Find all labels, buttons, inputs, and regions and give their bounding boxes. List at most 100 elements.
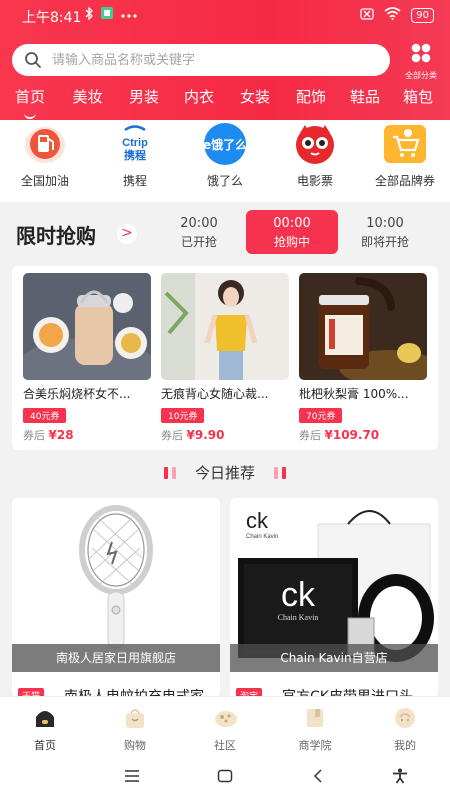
bottom-tab-bar: 首页 购物 社区 商学院 我的 [0,696,450,756]
product-image [23,273,151,380]
category-tabs: 首页 美妆 男装 内衣 女装 配饰 鞋品 箱包 [0,86,450,119]
brand-mark: ck [246,508,269,533]
status-left-icons [85,5,138,24]
decor-bar [274,466,279,479]
status-right-icons: 90 [360,7,434,23]
category-tab-home[interactable]: 首页 [0,86,60,119]
product-card[interactable]: 合美乐焖烧杯女不... 40元券 券后 ¥28 [23,273,151,443]
product-name: 合美乐焖烧杯女不... [23,387,131,401]
cat-eye-movie-icon [292,123,338,165]
tab-profile[interactable]: 我的 [360,697,450,756]
menu-icon[interactable] [124,768,140,787]
no-sim-icon [360,7,374,23]
ctrip-logo-icon: Ctrip 携程 [112,123,158,165]
service-ctrip[interactable]: Ctrip 携程 携程 [90,120,180,202]
chevron-right-icon[interactable]: > [117,224,137,244]
tab-label: 首页 [34,739,56,752]
category-tab-menswear[interactable]: 男装 [115,86,173,116]
flash-sale-products: 合美乐焖烧杯女不... 40元券 券后 ¥28 无痕背心女随心裁... 10元券… [12,266,438,450]
price-prefix: 券后 [23,429,45,442]
status-bar: 上午8:41 90 [0,0,450,34]
product-image [299,273,427,380]
service-eleme[interactable]: e饿了么 饿了么 [180,120,270,202]
tab-label: 社区 [214,739,236,752]
brand-name: Chain Kavin [246,534,278,540]
recommend-cards: 南极人居家日用旗舰店 天猫 南极人电蚊拍充电式家 ck Chain Kavin … [0,498,450,698]
app-notification-icon [100,6,114,24]
service-gas[interactable]: 全国加油 [0,120,90,202]
community-icon [214,707,237,729]
shopping-bag-icon [124,707,146,729]
search-input[interactable] [52,44,372,76]
all-categories-label: 全部分类 [405,71,437,80]
price-prefix: 券后 [161,429,183,442]
four-circles-icon [410,43,432,68]
price-value: ¥28 [48,428,74,442]
tab-label: 我的 [394,739,416,752]
service-movie[interactable]: 电影票 [270,120,360,202]
time-slot-status: 即将开抢 [360,235,409,249]
service-label: 全部品牌券 [374,174,435,188]
category-tab-underwear[interactable]: 内衣 [173,86,225,116]
time-slot-time: 10:00 [366,216,404,231]
product-price: 券后 ¥9.90 [161,427,289,443]
tab-shopping[interactable]: 购物 [90,697,180,756]
profile-icon [394,707,416,729]
coupon-badge: 40元券 [23,408,67,423]
tab-community[interactable]: 社区 [180,697,270,756]
svg-text:e饿了么: e饿了么 [203,137,247,152]
service-shortcuts: 全国加油 Ctrip 携程 携程 e饿了么 饿了么 电影票 全部品牌券 [0,120,450,202]
svg-text:Ctrip: Ctrip [122,137,148,149]
book-icon [304,707,326,729]
battery-indicator: 90 [411,7,434,23]
svg-text:携程: 携程 [124,148,146,162]
recommend-card[interactable]: 南极人居家日用旗舰店 天猫 南极人电蚊拍充电式家 [12,498,220,698]
system-nav-bar [0,756,450,800]
product-image [161,273,289,380]
flash-sale-header: 限时抢购 > 20:00 已开抢 00:00 抢购中 10:00 即将开抢 [0,210,450,258]
product-price: 券后 ¥109.70 [299,427,427,443]
eleme-logo-icon: e饿了么 [202,123,248,165]
decor-bar [282,466,287,479]
gas-station-icon [22,123,68,165]
service-label: 电影票 [296,174,333,188]
price-value: ¥109.70 [324,428,380,442]
shop-name: 南极人居家日用旗舰店 [12,644,220,672]
category-tab-shoes[interactable]: 鞋品 [337,86,393,116]
decor-bar [171,466,176,479]
time-slot-status: 已开抢 [180,235,217,249]
tab-label: 购物 [124,739,146,752]
service-label: 全国加油 [20,174,69,188]
search-bar[interactable] [12,44,390,76]
coupon-badge: 70元券 [299,408,343,423]
all-categories-button[interactable]: 全部分类 [398,42,444,81]
time-slot[interactable]: 20:00 已开抢 [153,210,245,254]
more-dots-icon [120,8,138,23]
tab-academy[interactable]: 商学院 [270,697,360,756]
brand-mark: ck [281,576,316,614]
time-slot-status: 抢购中 [273,235,310,249]
tab-home[interactable]: 首页 [0,697,90,756]
category-tab-bags[interactable]: 箱包 [393,86,443,116]
accessibility-icon[interactable] [392,768,408,788]
service-brand-coupons[interactable]: 全部品牌券 [360,120,450,202]
service-label: 饿了么 [206,174,243,188]
category-tab-womenswear[interactable]: 女装 [225,86,285,116]
recommend-title: 今日推荐 [194,464,255,482]
product-card[interactable]: 无痕背心女随心裁... 10元券 券后 ¥9.90 [161,273,289,443]
time-slot-active[interactable]: 00:00 抢购中 [246,210,338,254]
flash-sale-title: 限时抢购 [16,224,96,248]
wifi-icon [384,7,401,23]
time-slot[interactable]: 10:00 即将开抢 [339,210,431,254]
home-square-icon[interactable] [217,768,233,787]
shop-name: Chain Kavin自营店 [230,644,438,672]
category-tab-beauty[interactable]: 美妆 [60,86,115,116]
recommend-card[interactable]: ck Chain Kavin ck Chain Kavin Chain Kavi… [230,498,438,698]
shopping-cart-icon [382,123,428,165]
back-icon[interactable] [312,768,324,787]
search-icon [24,51,42,73]
product-card[interactable]: 枇杷秋梨膏 100%... 70元券 券后 ¥109.70 [299,273,427,443]
decor-bar [163,466,168,479]
product-name: 无痕背心女随心裁... [161,387,269,401]
category-tab-accessories[interactable]: 配饰 [285,86,337,116]
